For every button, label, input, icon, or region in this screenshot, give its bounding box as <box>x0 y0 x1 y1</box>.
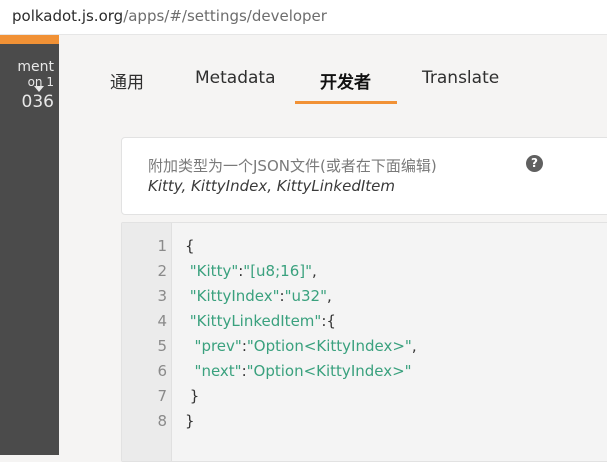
chevron-down-icon[interactable] <box>34 86 44 92</box>
url-host: polkadot.js.org <box>12 7 124 25</box>
sidebar: ment on 1 036 <box>0 35 59 455</box>
line-number: 2 <box>157 262 167 280</box>
chain-name: ment <box>17 59 54 75</box>
code-key: "KittyLinkedItem" <box>189 312 322 330</box>
sidebar-accent-bar <box>0 35 59 44</box>
line-number: 8 <box>157 412 167 430</box>
code-value: "u32" <box>284 287 327 305</box>
code-line: "KittyLinkedItem":{ <box>185 312 336 330</box>
code-key: "next" <box>194 362 242 380</box>
code-key: "Kitty" <box>189 262 239 280</box>
code-brace: } <box>185 412 195 430</box>
active-tab-indicator <box>295 101 397 104</box>
tab-translate[interactable]: Translate <box>422 68 499 88</box>
settings-tabs: 通用 Metadata 开发者 Translate <box>59 35 607 121</box>
code-line: } <box>185 387 200 405</box>
address-bar[interactable]: polkadot.js.org/apps/#/settings/develope… <box>0 0 607 35</box>
code-brace: } <box>189 387 200 405</box>
code-line: "next":"Option<KittyIndex>" <box>185 362 412 380</box>
code-line: "KittyIndex":"u32", <box>185 287 332 305</box>
tab-developer[interactable]: 开发者 <box>320 68 371 93</box>
line-number: 3 <box>157 287 167 305</box>
question-circle-icon[interactable]: ? <box>526 155 543 172</box>
code-punct: , <box>327 287 332 305</box>
chain-block: 036 <box>21 92 54 112</box>
json-code-editor[interactable]: 1 2 3 4 5 6 7 8 { "Kitty":"[u8;16]", "Ki… <box>121 222 607 462</box>
url-text[interactable]: polkadot.js.org/apps/#/settings/develope… <box>12 7 327 25</box>
code-brace: { <box>185 237 195 255</box>
types-file-value: Kitty, KittyIndex, KittyLinkedItem <box>148 177 396 195</box>
url-path: /apps/#/settings/developer <box>123 7 327 25</box>
line-number: 6 <box>157 362 167 380</box>
code-line: { <box>185 237 195 255</box>
code-value: "Option<KittyIndex>" <box>246 362 412 380</box>
code-punct: :{ <box>321 312 336 330</box>
tab-metadata[interactable]: Metadata <box>195 68 276 88</box>
tab-general[interactable]: 通用 <box>110 68 144 93</box>
code-punct: , <box>312 262 317 280</box>
line-number: 1 <box>157 237 167 255</box>
code-punct: , <box>411 337 417 355</box>
line-number: 7 <box>157 387 167 405</box>
code-line: "prev":"Option<KittyIndex>", <box>185 337 417 355</box>
code-line: "Kitty":"[u8;16]", <box>185 262 317 280</box>
code-line: } <box>185 412 195 430</box>
code-value: "[u8;16]" <box>243 262 312 280</box>
types-file-label: 附加类型为一个JSON文件(或者在下面编辑) <box>148 157 437 175</box>
code-value: "Option<KittyIndex>" <box>246 337 412 355</box>
code-key: "prev" <box>194 337 242 355</box>
line-number: 4 <box>157 312 167 330</box>
types-file-input[interactable]: 附加类型为一个JSON文件(或者在下面编辑) Kitty, KittyIndex… <box>121 137 607 215</box>
line-number: 5 <box>157 337 167 355</box>
code-key: "KittyIndex" <box>189 287 280 305</box>
